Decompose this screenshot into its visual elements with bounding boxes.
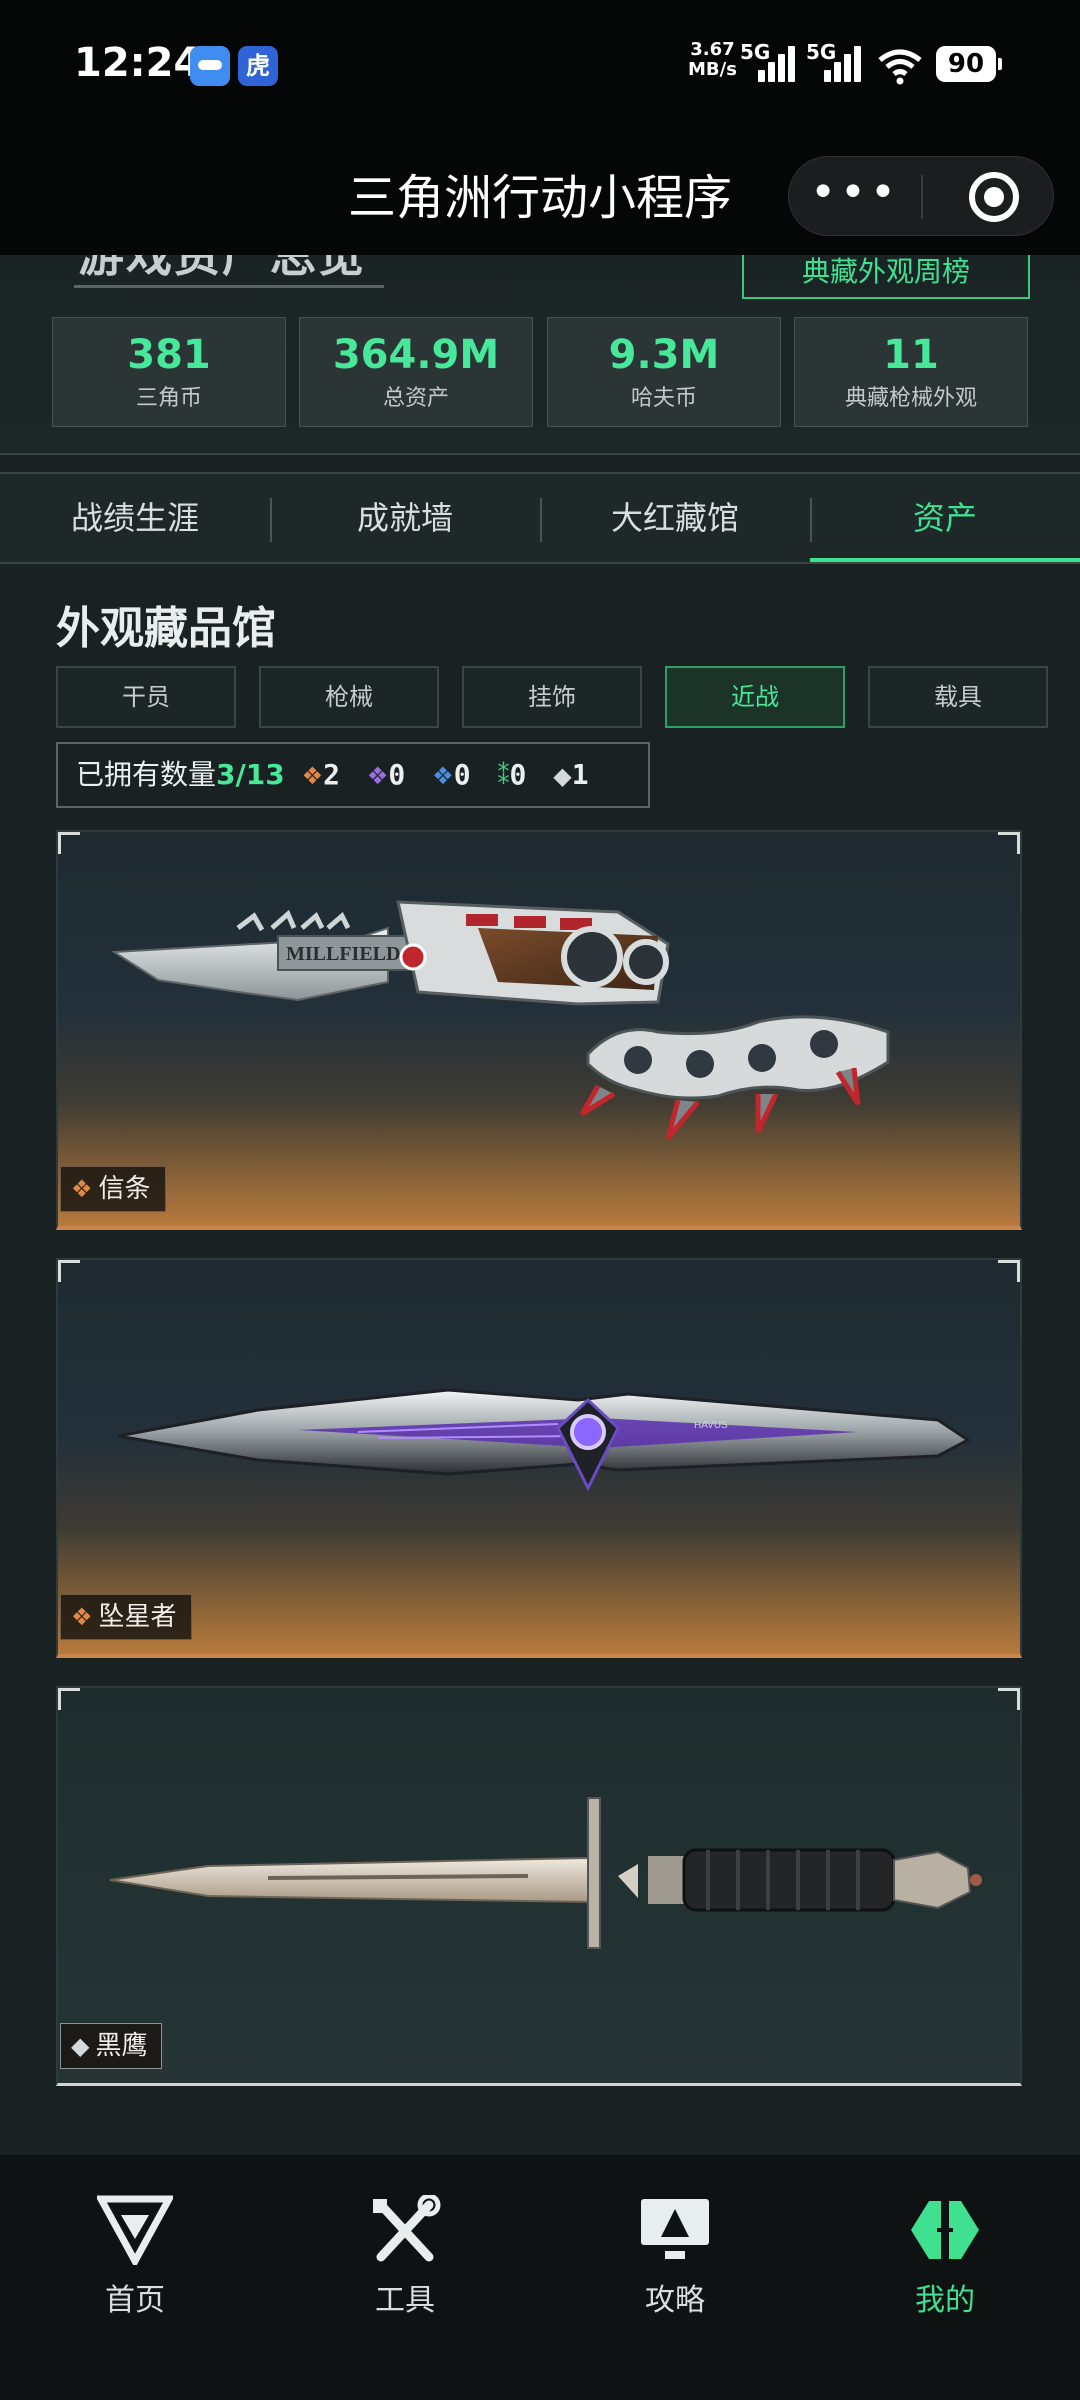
bottom-nav: 首页 工具 攻略 我的 xyxy=(0,2155,1080,2400)
item-name: 坠星者 xyxy=(98,1602,177,1632)
melee-card-creed[interactable]: MILLFIELD ❖ 信条 xyxy=(56,830,1022,1230)
nav-profile[interactable]: 我的 xyxy=(810,2195,1080,2345)
nav-tools[interactable]: 工具 xyxy=(270,2195,540,2345)
filter-melee[interactable]: 近战 xyxy=(665,666,845,728)
item-name-label: ◆ 黑鹰 xyxy=(60,2023,163,2069)
gold-rarity-icon: ❖ xyxy=(71,1603,93,1631)
status-bar: 12:24 虎 3.67 MB/s 5G 5G 90 xyxy=(0,0,1080,130)
green-rarity-count: 0 xyxy=(509,758,527,791)
filter-charms[interactable]: 挂饰 xyxy=(462,666,642,728)
owned-count-bar: 已拥有数量3/13 ❖2 ❖0 ❖0 ⁑0 ◆1 xyxy=(56,742,650,808)
stat-total-assets: 364.9M 总资产 xyxy=(299,317,533,427)
melee-card-starfall[interactable]: HAVUS ❖ 坠星者 xyxy=(56,1258,1022,1658)
white-rarity-icon: ◆ xyxy=(71,2032,90,2060)
gold-rarity-count: 2 xyxy=(323,758,340,791)
weekly-ranking-button[interactable]: 典藏外观周榜 xyxy=(742,255,1030,299)
notification-app-icon-2: 虎 xyxy=(238,46,278,86)
tab-achievements[interactable]: 成就墙 xyxy=(270,474,540,562)
overview-title: 游戏资产总览 xyxy=(78,255,366,282)
nav-home[interactable]: 首页 xyxy=(0,2195,270,2345)
millfield-engraving: MILLFIELD xyxy=(286,943,400,965)
asset-overview: 游戏资产总览 典藏外观周榜 381 三角币 364.9M 总资产 9.3M 哈夫… xyxy=(0,255,1080,455)
purple-rarity-count: 0 xyxy=(388,758,406,791)
white-rarity-icon: ◆ xyxy=(553,762,572,790)
tab-assets[interactable]: 资产 xyxy=(810,474,1080,562)
signal-icon-2 xyxy=(824,44,868,82)
miniprogram-capsule: ••• xyxy=(788,156,1054,236)
gold-rarity-icon: ❖ xyxy=(301,762,324,790)
tools-icon xyxy=(373,2195,441,2262)
green-rarity-icon: ⁑ xyxy=(497,762,510,790)
black-hawk-knife-image xyxy=(109,1797,982,1949)
item-name-label: ❖ 坠星者 xyxy=(60,1594,192,1640)
gold-rarity-icon: ❖ xyxy=(71,1175,93,1203)
blue-rarity-icon: ❖ xyxy=(432,762,454,790)
stat-delta-coin: 381 三角币 xyxy=(52,317,286,427)
main-tabs: 战绩生涯 成就墙 大红藏馆 资产 xyxy=(0,472,1080,564)
owned-label: 已拥有数量 xyxy=(76,758,217,791)
white-rarity-count: 1 xyxy=(571,758,589,791)
battery-icon: 90 xyxy=(936,46,1002,82)
tab-career[interactable]: 战绩生涯 xyxy=(0,474,270,562)
collection-title: 外观藏品馆 xyxy=(56,603,276,654)
item-name: 黑鹰 xyxy=(95,2031,148,2061)
home-icon xyxy=(97,2195,173,2265)
tab-red-collection[interactable]: 大红藏馆 xyxy=(540,474,810,562)
stat-haf-coin: 9.3M 哈夫币 xyxy=(547,317,781,427)
havus-engraving: HAVUS xyxy=(694,1420,728,1431)
signal-icon xyxy=(758,44,802,82)
more-menu-button[interactable]: ••• xyxy=(789,157,921,237)
stat-collection-skins: 11 典藏枪械外观 xyxy=(794,317,1028,427)
filter-vehicles[interactable]: 载具 xyxy=(868,666,1048,728)
knuckle-knife-image: MILLFIELD xyxy=(110,900,890,1140)
item-name-label: ❖ 信条 xyxy=(60,1166,166,1212)
close-miniprogram-button[interactable] xyxy=(969,172,1019,222)
network-speed: 3.67 MB/s xyxy=(688,39,737,80)
item-name: 信条 xyxy=(98,1174,151,1204)
profile-icon xyxy=(911,2201,979,2259)
filter-operators[interactable]: 干员 xyxy=(56,666,236,728)
nav-guide[interactable]: 攻略 xyxy=(540,2195,810,2345)
starfall-dagger-image: HAVUS xyxy=(117,1388,971,1492)
owned-count: 3/13 xyxy=(216,758,285,791)
purple-rarity-icon: ❖ xyxy=(366,762,389,790)
capsule-divider xyxy=(921,175,923,219)
wifi-icon xyxy=(878,49,922,85)
notification-app-icon xyxy=(190,46,230,86)
filter-firearms[interactable]: 枪械 xyxy=(259,666,439,728)
blue-rarity-count: 0 xyxy=(453,758,471,791)
status-time: 12:24 xyxy=(74,40,202,86)
guide-icon xyxy=(641,2199,709,2259)
melee-card-black-hawk[interactable]: ◆ 黑鹰 xyxy=(56,1686,1022,2086)
overview-title-underline xyxy=(74,285,384,288)
miniprogram-title-bar: 三角洲行动小程序 ••• xyxy=(0,130,1080,255)
